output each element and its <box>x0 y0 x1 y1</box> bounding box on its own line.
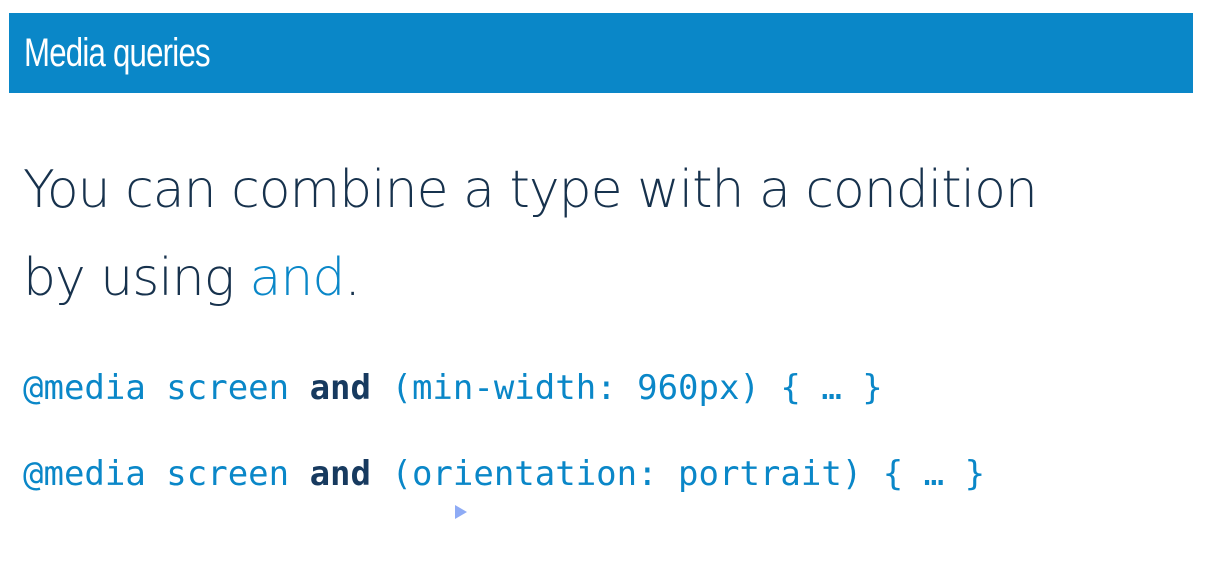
body-line-1: You can combine a type with a condition <box>23 160 1038 220</box>
code-suffix: (min-width: 960px) { … } <box>371 368 883 408</box>
cursor-icon <box>455 505 467 519</box>
code-suffix: (orientation: portrait) { … } <box>371 454 986 494</box>
body-keyword-and: and <box>249 248 346 308</box>
page-title: Media queries <box>24 31 211 75</box>
body-period: . <box>344 248 361 308</box>
code-keyword-and: and <box>309 454 371 494</box>
code-prefix: @media screen <box>23 368 310 408</box>
body-text: You can combine a type with a condition … <box>23 146 1193 322</box>
body-line-2-prefix: by using <box>23 248 250 308</box>
slide: Media queries You can combine a type wit… <box>0 0 1219 573</box>
code-example-orientation: @media screen and (orientation: portrait… <box>23 452 985 496</box>
code-keyword-and: and <box>309 368 371 408</box>
code-prefix: @media screen <box>23 454 310 494</box>
code-example-min-width: @media screen and (min-width: 960px) { …… <box>23 366 883 410</box>
title-bar: Media queries <box>9 13 1193 93</box>
